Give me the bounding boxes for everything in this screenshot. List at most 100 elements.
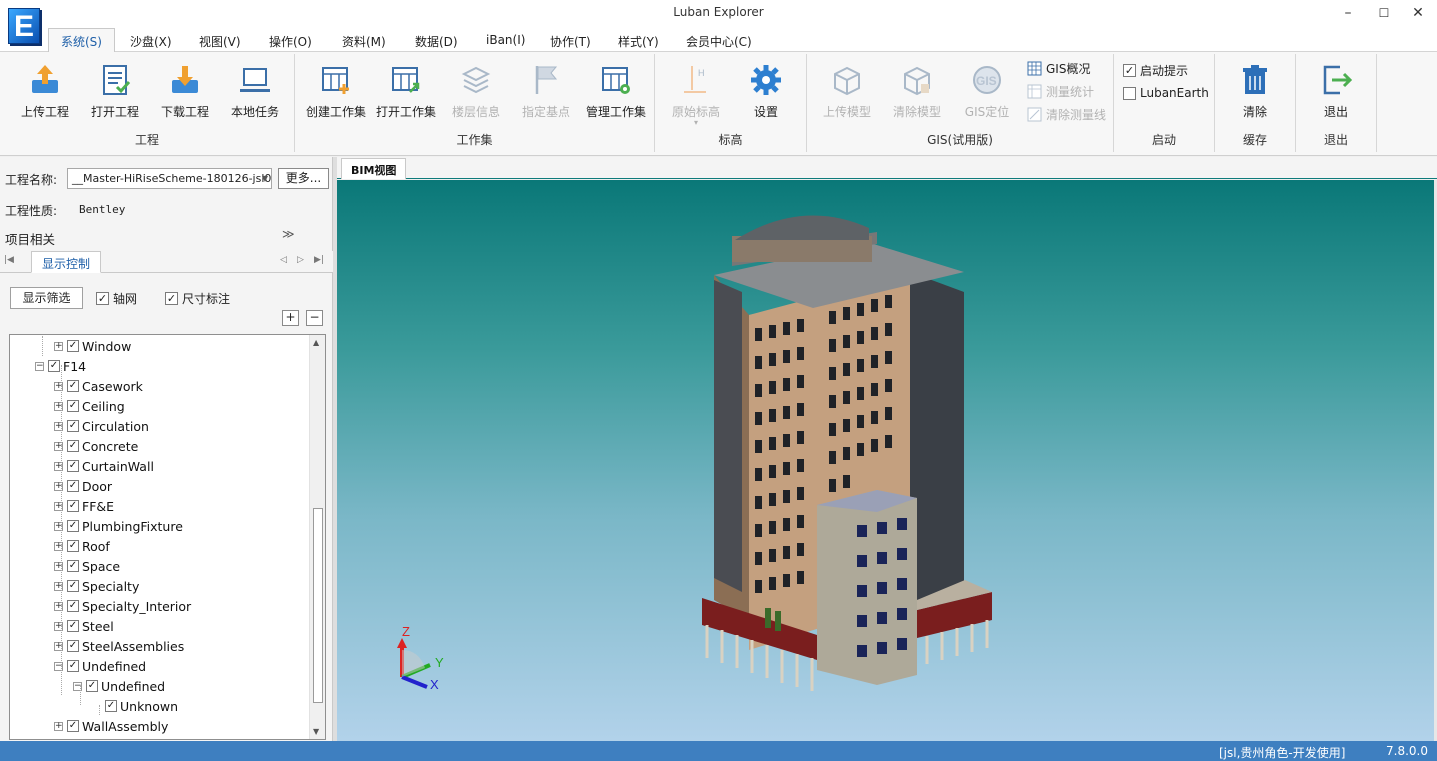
checkbox-checked-icon[interactable]: ✓ [67, 400, 79, 412]
tree-node-label: FF&E [82, 498, 115, 514]
menu-member-center[interactable]: 会员中心(C) [678, 31, 760, 52]
maximize-button[interactable]: ☐ [1372, 3, 1396, 23]
clear-model-button[interactable]: 清除模型 [885, 62, 949, 120]
minimize-button[interactable]: – [1336, 3, 1360, 23]
floor-info-button[interactable]: 楼层信息 [444, 62, 508, 120]
more-button[interactable]: 更多... [278, 168, 329, 189]
startup-tip-checkbox[interactable]: ✓ 启动提示 [1123, 61, 1188, 79]
checkbox-checked-icon[interactable]: ✓ [67, 500, 79, 512]
menu-style[interactable]: 样式(Y) [610, 31, 667, 52]
menu-iban[interactable]: iBan(I) [478, 31, 533, 49]
menu-materials[interactable]: 资料(M) [334, 31, 394, 52]
upload-project-button[interactable]: 上传工程 [13, 62, 77, 120]
tree-node[interactable]: − ✓ Undefined [54, 656, 146, 676]
tab-bim-view[interactable]: BIM视图 [341, 158, 407, 179]
prev-tab-icon[interactable]: ◁ [280, 255, 287, 265]
checkbox-checked-icon[interactable]: ✓ [86, 680, 98, 692]
tree-node[interactable]: + ✓ Concrete [54, 436, 138, 456]
clear-cache-button[interactable]: 清除 [1223, 62, 1287, 120]
menu-collaborate[interactable]: 协作(T) [542, 31, 599, 52]
expand-icon[interactable]: + [54, 721, 63, 731]
checkbox-checked-icon[interactable]: ✓ [67, 340, 79, 352]
checkbox-checked-icon[interactable]: ✓ [67, 380, 79, 392]
scroll-down-icon[interactable]: ▼ [313, 727, 319, 736]
download-project-button[interactable]: 下载工程 [153, 62, 217, 120]
checkbox-checked-icon[interactable]: ✓ [67, 540, 79, 552]
tree-node[interactable]: + ✓ Roof [54, 536, 110, 556]
tree-node[interactable]: + ✓ Door [54, 476, 112, 496]
checkbox-checked-icon[interactable]: ✓ [48, 360, 60, 372]
manage-workset-button[interactable]: 管理工作集 [584, 62, 648, 120]
checkbox-checked-icon[interactable]: ✓ [67, 600, 79, 612]
tree-node[interactable]: + ✓ SteelAssemblies [54, 636, 184, 656]
tree-node[interactable]: + ✓ Steel [54, 616, 114, 636]
tree-node[interactable]: + ✓ Ceiling [54, 396, 125, 416]
expand-icon[interactable]: + [54, 341, 63, 351]
gis-locate-button[interactable]: GIS GIS定位 [955, 62, 1019, 120]
scroll-thumb[interactable] [313, 508, 323, 703]
tree-node[interactable]: + ✓ Specialty [54, 576, 139, 596]
exit-button[interactable]: 退出 [1304, 62, 1368, 120]
collapse-icon[interactable]: − [35, 361, 44, 371]
clear-measure-lines-button[interactable]: 清除测量线 [1027, 105, 1106, 123]
tree-node[interactable]: + ✓ Circulation [54, 416, 149, 436]
menu-system[interactable]: 系统(S) [48, 28, 115, 53]
checkbox-checked-icon[interactable]: ✓ [67, 460, 79, 472]
original-elevation-button[interactable]: H 原始标高 ▾ [664, 62, 728, 127]
open-project-button[interactable]: 打开工程 [83, 62, 147, 120]
checkbox-checked-icon[interactable]: ✓ [67, 720, 79, 732]
first-tab-icon[interactable]: |◀ [4, 255, 14, 265]
double-chevron-down-icon[interactable]: ≫ [282, 227, 295, 241]
open-workset-button[interactable]: 打开工作集 [374, 62, 438, 120]
tree-node[interactable]: + ✓ Casework [54, 376, 143, 396]
last-tab-icon[interactable]: ▶| [314, 255, 324, 265]
project-type-label: 工程性质: [5, 204, 58, 218]
menu-view[interactable]: 视图(V) [191, 31, 249, 52]
close-button[interactable]: ✕ [1406, 3, 1430, 23]
settings-button[interactable]: 设置 [734, 62, 798, 120]
checkbox-checked-icon[interactable]: ✓ [67, 660, 79, 672]
checkbox-checked-icon[interactable]: ✓ [67, 480, 79, 492]
tree-node[interactable]: + ✓ FF&E [54, 496, 114, 516]
scroll-up-icon[interactable]: ▲ [313, 338, 319, 347]
bim-3d-viewport[interactable]: Z Y X [337, 180, 1434, 741]
local-task-button[interactable]: 本地任务 [223, 62, 287, 120]
tree-node[interactable]: + ✓ Window [54, 336, 131, 356]
tree-node[interactable]: + ✓ Space [54, 556, 120, 576]
menu-data[interactable]: 数据(D) [407, 31, 466, 52]
tree-node[interactable]: + ✓ CurtainWall [54, 456, 154, 476]
project-name-combobox[interactable]: __Master-HiRiseScheme-180126-jsl00 ▼ [67, 168, 272, 189]
tree-node[interactable]: ✓ Unknown [92, 696, 178, 716]
app-logo[interactable]: E [8, 8, 40, 44]
display-filter-button[interactable]: 显示筛选 [10, 287, 83, 309]
tree-node[interactable]: + ✓ WallAssembly [54, 716, 168, 736]
expand-all-button[interactable]: + [282, 310, 299, 326]
dimension-checkbox[interactable]: ✓ 尺寸标注 [165, 289, 230, 307]
gis-overview-button[interactable]: GIS概况 [1027, 59, 1090, 77]
upload-model-button[interactable]: 上传模型 [815, 62, 879, 120]
checkbox-checked-icon[interactable]: ✓ [67, 580, 79, 592]
tab-display-control[interactable]: 显示控制 [31, 251, 102, 273]
set-base-point-button[interactable]: 指定基点 [514, 62, 578, 120]
checkbox-checked-icon[interactable]: ✓ [67, 620, 79, 632]
create-workset-button[interactable]: 创建工作集 [304, 62, 368, 120]
menu-operate[interactable]: 操作(O) [261, 31, 320, 52]
checkbox-checked-icon[interactable]: ✓ [105, 700, 117, 712]
tree-node[interactable]: + ✓ PlumbingFixture [54, 516, 183, 536]
checkbox-checked-icon[interactable]: ✓ [67, 420, 79, 432]
collapse-all-button[interactable]: − [306, 310, 323, 326]
menu-sandbox[interactable]: 沙盘(X) [122, 31, 180, 52]
tree-node[interactable]: − ✓ Undefined [73, 676, 165, 696]
checkbox-checked-icon[interactable]: ✓ [67, 640, 79, 652]
checkbox-checked-icon[interactable]: ✓ [67, 440, 79, 452]
tree-scrollbar[interactable]: ▲ ▼ [309, 335, 325, 739]
checkbox-checked-icon[interactable]: ✓ [67, 520, 79, 532]
checkbox-checked-icon[interactable]: ✓ [67, 560, 79, 572]
project-related-label[interactable]: 项目相关 [5, 229, 55, 248]
lubanearth-checkbox[interactable]: LubanEarth [1123, 84, 1209, 102]
axis-grid-checkbox[interactable]: ✓ 轴网 [96, 289, 137, 307]
measure-stats-button[interactable]: 测量统计 [1027, 82, 1094, 100]
tree-node[interactable]: + ✓ Specialty_Interior [54, 596, 191, 616]
tree-node-label: Undefined [82, 658, 147, 674]
next-tab-icon[interactable]: ▷ [297, 255, 304, 265]
